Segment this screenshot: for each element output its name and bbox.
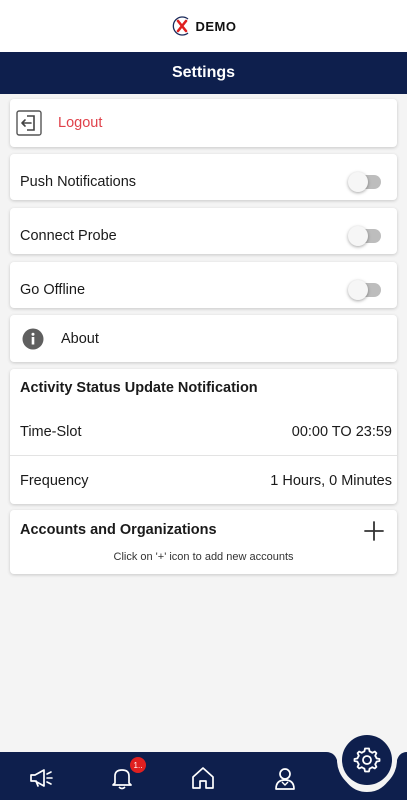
accounts-hint: Click on '+' icon to add new accounts [113,551,294,563]
push-notifications-row: Push Notifications [10,154,397,200]
accounts-card: Accounts and Organizations Click on '+' … [10,510,397,574]
logout-row[interactable]: Logout [10,99,397,147]
gear-icon [353,747,381,773]
logout-icon [16,110,42,136]
plus-icon[interactable] [363,520,385,542]
activity-status-card: Activity Status Update Notification Time… [10,369,397,504]
frequency-value: 1 Hours, 0 Minutes [270,473,392,489]
settings-fab[interactable] [342,735,392,785]
go-offline-label: Go Offline [20,282,86,298]
time-slot-label: Time-Slot [20,424,82,440]
connect-probe-label: Connect Probe [20,228,117,244]
logo-text: DEMO [195,18,237,34]
connect-probe-row: Connect Probe [10,208,397,254]
megaphone-icon[interactable] [27,764,55,792]
push-notifications-label: Push Notifications [20,174,137,190]
accounts-title: Accounts and Organizations [20,522,217,538]
app-logo: DEMO [171,15,237,37]
logout-label: Logout [58,115,103,131]
logo-x-icon [172,16,188,36]
about-row[interactable]: About [10,315,397,362]
page-title: Settings [171,64,236,81]
divider [10,455,397,456]
user-icon[interactable] [271,764,299,792]
frequency-label: Frequency [20,473,89,489]
home-icon[interactable] [189,764,217,792]
info-icon [22,328,44,350]
push-notifications-toggle[interactable] [348,172,381,192]
time-slot-value: 00:00 TO 23:59 [291,424,392,440]
top-bar: DEMO [0,0,407,52]
notification-badge: 1.. [130,757,146,773]
about-label: About [61,331,99,347]
go-offline-toggle[interactable] [348,280,381,300]
activity-status-title: Activity Status Update Notification [20,380,258,396]
connect-probe-toggle[interactable] [348,226,381,246]
go-offline-row: Go Offline [10,262,397,308]
title-bar: Settings [0,52,407,94]
